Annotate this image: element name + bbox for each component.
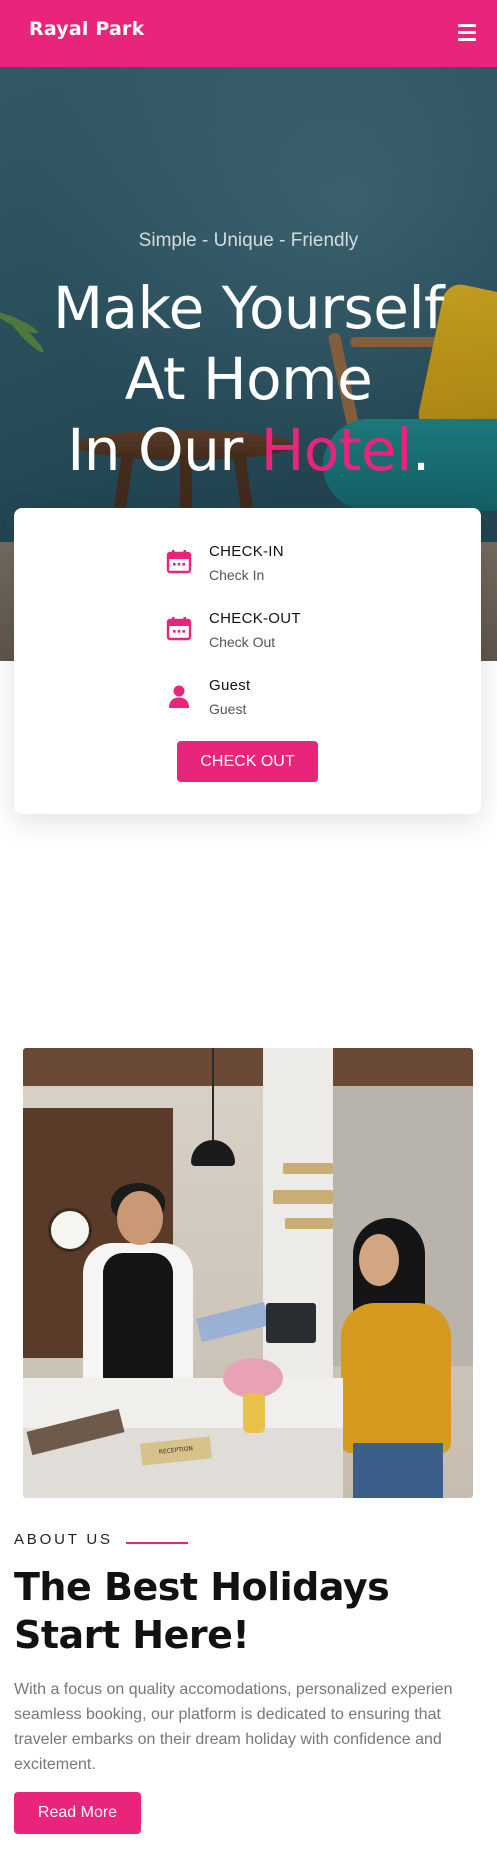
hero-title-suffix: .	[411, 416, 430, 484]
photo-sign	[283, 1163, 333, 1174]
vase-decoration	[243, 1393, 265, 1433]
photo-sign	[285, 1218, 333, 1229]
hero-title-line-3: In Our Hotel.	[0, 415, 497, 486]
photo-ceiling	[23, 1048, 473, 1086]
about-description: With a focus on quality accomodations, p…	[14, 1681, 453, 1773]
hero-title: Make Yourself At Home In Our Hotel.	[0, 273, 497, 486]
user-icon	[169, 685, 189, 708]
photo-sign	[273, 1190, 333, 1204]
guest-label: Guest	[209, 677, 251, 694]
hero-title-line-2: At Home	[124, 345, 373, 413]
check-out-button[interactable]: CHECK OUT	[177, 741, 318, 782]
flowers-decoration	[223, 1358, 283, 1398]
hero-title-accent: Hotel	[260, 416, 413, 484]
wall-clock-icon	[48, 1208, 92, 1252]
about-kicker: ABOUT US	[14, 1531, 113, 1548]
guest-field[interactable]: Guest Guest	[152, 677, 352, 727]
about-kicker-divider	[126, 1542, 188, 1544]
calendar-icon	[166, 550, 192, 574]
top-navbar: Rayal Park	[0, 0, 497, 67]
guest-figure	[341, 1303, 451, 1453]
about-title: The Best Holidays Start Here!	[14, 1565, 390, 1657]
monitor-icon	[266, 1303, 316, 1343]
hero-subtitle: Simple - Unique - Friendly	[138, 230, 359, 251]
check-out-field[interactable]: CHECK-OUT Check Out	[152, 610, 352, 660]
guest-figure-jeans	[353, 1443, 443, 1498]
read-more-button[interactable]: Read More	[14, 1792, 141, 1834]
pendant-lamp-icon	[191, 1140, 235, 1166]
booking-card: CHECK-IN Check In CHECK-OUT Check Out Gu…	[14, 508, 481, 814]
receptionist-head	[117, 1191, 163, 1245]
guest-figure-face	[359, 1234, 399, 1286]
calendar-icon	[166, 617, 192, 641]
guest-value: Guest	[209, 701, 247, 717]
hero-title-prefix: In Our	[67, 416, 261, 484]
hamburger-menu-icon[interactable]	[456, 21, 478, 43]
check-out-label: CHECK-OUT	[209, 610, 301, 627]
check-out-value: Check Out	[209, 634, 276, 650]
lamp-cord	[212, 1048, 214, 1142]
reception-photo: RECEPTION	[23, 1048, 473, 1498]
brand-logo[interactable]: Rayal Park	[29, 18, 144, 40]
check-in-value: Check In	[209, 567, 265, 583]
clipboard	[196, 1301, 270, 1343]
check-in-field[interactable]: CHECK-IN Check In	[152, 543, 352, 593]
hero-title-line-1: Make Yourself	[53, 274, 444, 342]
check-in-label: CHECK-IN	[209, 543, 284, 560]
